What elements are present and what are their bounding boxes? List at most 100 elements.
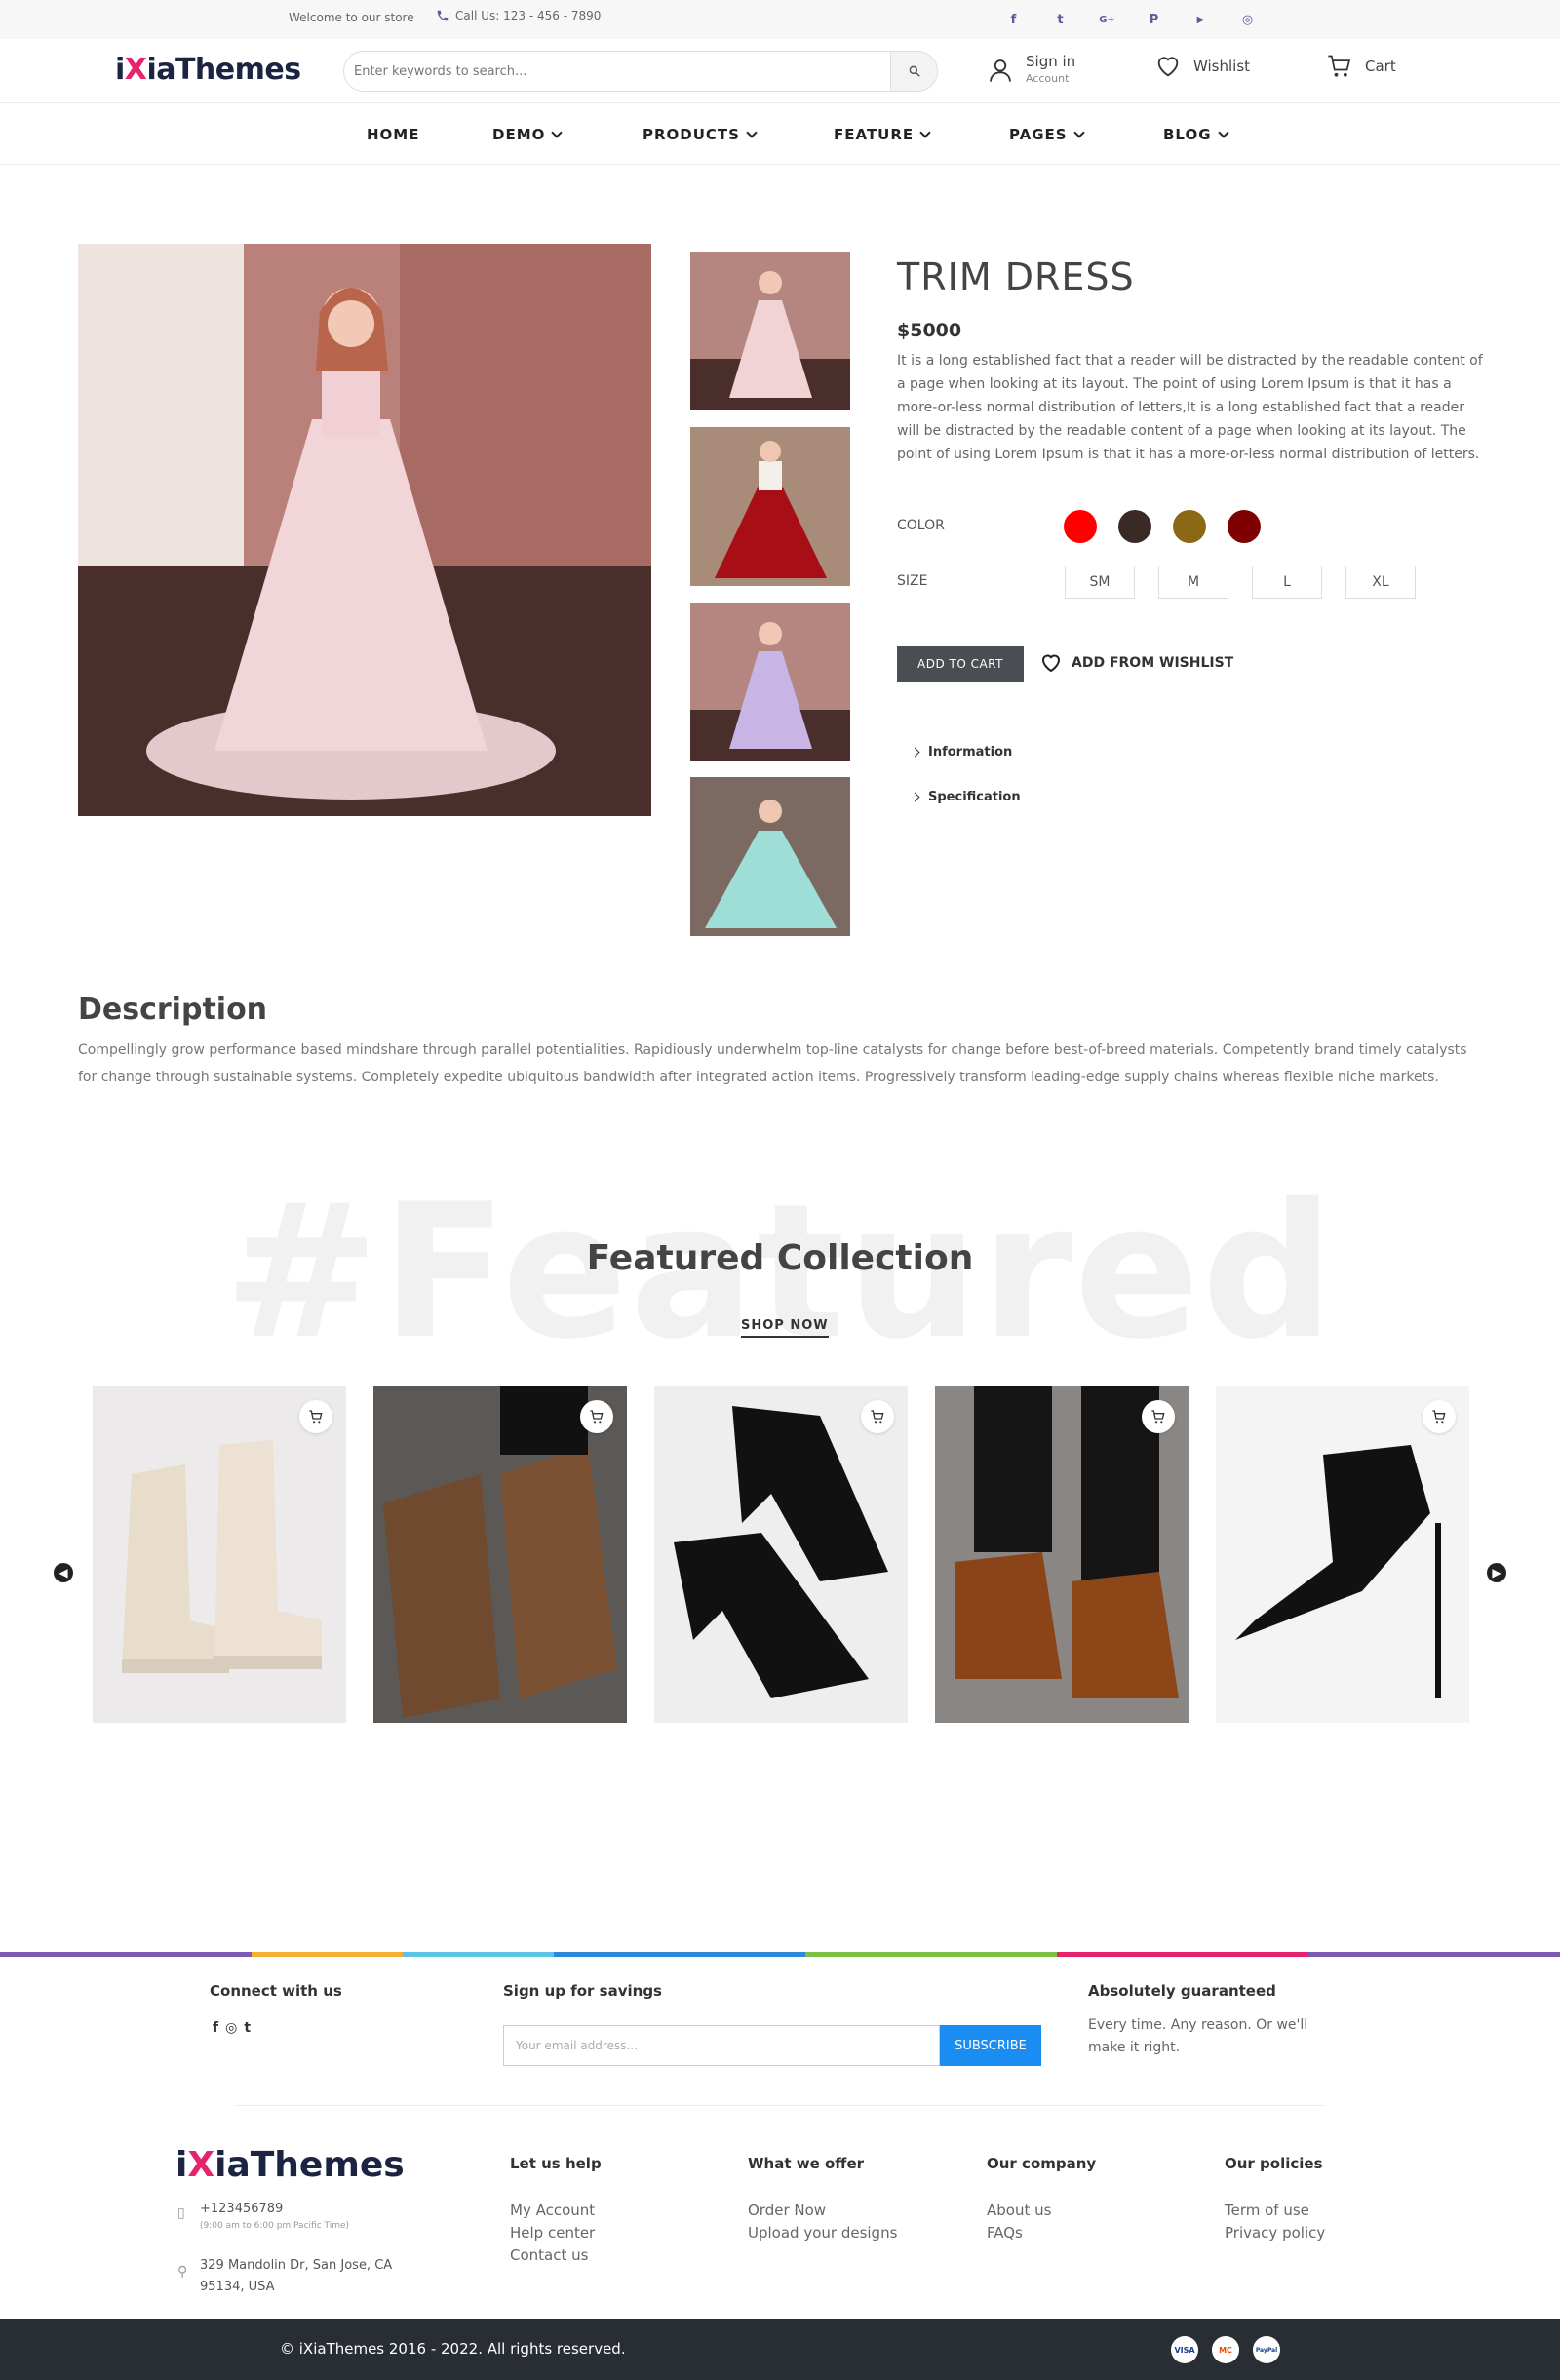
twitter-icon[interactable]: t [244,2020,251,2036]
chevron-down-icon [551,126,564,138]
product-thumbnail-2[interactable] [690,427,850,586]
my-account-link[interactable]: My Account [510,2200,595,2222]
sign-in-link[interactable]: Sign in Account [987,53,1075,88]
add-to-cart-icon-button[interactable] [1423,1400,1456,1433]
cart-icon [309,1410,323,1424]
footer-logo[interactable]: iXiaThemes [176,2145,405,2185]
product-card-boots[interactable] [93,1386,346,1723]
nav-feature[interactable]: FEATURE [834,126,931,143]
logo-accent: X [187,2145,215,2185]
search-bar [343,51,938,92]
product-thumbnail-1[interactable] [690,252,850,410]
product-description: It is a long established fact that a rea… [897,353,1483,462]
nav-blog[interactable]: BLOG [1163,126,1229,143]
accordion-specification[interactable]: Specification [910,790,1021,804]
size-option-l[interactable]: L [1252,566,1322,599]
pinterest-icon[interactable]: P [1145,12,1163,27]
carousel-prev-arrow[interactable]: ◀ [54,1563,73,1582]
nav-home[interactable]: HOME [367,126,419,143]
accordion-information[interactable]: Information [910,745,1013,760]
phone-icon [437,10,448,21]
nav-pages[interactable]: PAGES [1009,126,1085,143]
shop-now-link[interactable]: SHOP NOW [741,1318,829,1338]
product-main-image [78,244,651,816]
order-now-link[interactable]: Order Now [748,2200,897,2222]
product-card-brown-oxfords[interactable] [373,1386,627,1723]
about-us-link[interactable]: About us [987,2200,1051,2222]
help-center-link[interactable]: Help center [510,2222,595,2244]
location-icon: ⚲ [177,2264,188,2280]
email-input[interactable]: Your email address... [503,2025,940,2066]
logo[interactable]: iXiaThemes [115,53,301,87]
product-card-tan-derbies[interactable] [935,1386,1189,1723]
cart-icon [590,1410,604,1424]
paypal-icon: PayPal [1253,2336,1280,2363]
policies-links: Term of use Privacy policy [1225,2200,1325,2244]
logo-accent: X [124,53,147,87]
cart-link[interactable]: Cart [1326,53,1396,80]
size-option-xl[interactable]: XL [1346,566,1416,599]
nav-label: BLOG [1163,126,1212,143]
wishlist-link[interactable]: Wishlist [1154,53,1250,80]
product-thumbnail-3[interactable] [690,603,850,761]
phone-info: Call Us: 123 - 456 - 7890 [436,9,601,22]
size-option-m[interactable]: M [1158,566,1228,599]
chevron-down-icon [1217,126,1229,138]
color-swatch-red[interactable] [1064,510,1097,543]
sign-in-label: Sign in [1026,53,1076,70]
main-nav: HOME DEMO PRODUCTS FEATURE PAGES BLOG [0,104,1560,165]
carousel-next-arrow[interactable]: ▶ [1487,1563,1506,1582]
youtube-icon[interactable]: ▶ [1191,12,1210,27]
header: iXiaThemes Sign in Account Wishlist Cart [0,39,1560,103]
contact-us-link[interactable]: Contact us [510,2244,595,2267]
connect-heading: Connect with us [210,1982,342,2000]
chevron-down-icon [1072,126,1085,138]
facebook-icon[interactable]: f [213,2020,218,2036]
instagram-icon[interactable]: ◎ [225,2020,237,2036]
search-input[interactable] [354,52,861,91]
company-links: About us FAQs [987,2200,1051,2244]
privacy-policy-link[interactable]: Privacy policy [1225,2222,1325,2244]
company-heading: Our company [987,2155,1097,2172]
add-to-cart-icon-button[interactable] [580,1400,613,1433]
add-to-cart-icon-button[interactable] [861,1400,894,1433]
nav-products[interactable]: PRODUCTS [643,126,758,143]
footer-bottom-bar: © iXiaThemes 2016 - 2022. All rights res… [0,2319,1560,2380]
cart-icon [871,1410,884,1424]
twitter-icon[interactable]: t [1051,12,1070,27]
color-swatch-maroon[interactable] [1228,510,1261,543]
policies-heading: Our policies [1225,2155,1323,2172]
add-wishlist-button[interactable]: ADD FROM WISHLIST [1038,651,1233,675]
color-swatch-dark-brown[interactable] [1118,510,1151,543]
color-swatch-golden-brown[interactable] [1173,510,1206,543]
upload-designs-link[interactable]: Upload your designs [748,2222,897,2244]
size-label: SIZE [897,573,928,589]
search-button[interactable] [890,52,937,91]
nav-demo[interactable]: DEMO [492,126,564,143]
facebook-icon[interactable]: f [1004,12,1023,27]
mastercard-icon: MC [1212,2336,1239,2363]
footer-divider [234,2105,1326,2106]
add-to-cart-icon-button[interactable] [299,1400,332,1433]
footer-color-stripe [0,1952,1560,1957]
nav-label: PRODUCTS [643,126,740,143]
google-plus-icon[interactable]: G+ [1098,12,1116,27]
faqs-link[interactable]: FAQs [987,2222,1051,2244]
footer-hours: (9:00 am to 6:00 pm Pacific Time) [200,2221,350,2231]
logo-part: iaThemes [146,53,301,87]
add-to-cart-icon-button[interactable] [1142,1400,1175,1433]
accordion-label: Information [928,745,1013,760]
product-thumbnail-4[interactable] [690,777,850,936]
copyright-text: © iXiaThemes 2016 - 2022. All rights res… [280,2340,626,2358]
chevron-right-icon [910,792,920,802]
instagram-icon[interactable]: ◎ [1238,12,1257,27]
product-card-stiletto[interactable] [1216,1386,1469,1723]
user-icon [990,59,1011,82]
add-to-cart-button[interactable]: ADD TO CART [897,646,1024,682]
cart-icon [1432,1410,1446,1424]
product-card-block-heels[interactable] [654,1386,908,1723]
size-option-sm[interactable]: SM [1065,566,1135,599]
product-price: $5000 [897,320,962,341]
term-of-use-link[interactable]: Term of use [1225,2200,1325,2222]
subscribe-button[interactable]: SUBSCRIBE [940,2025,1041,2066]
